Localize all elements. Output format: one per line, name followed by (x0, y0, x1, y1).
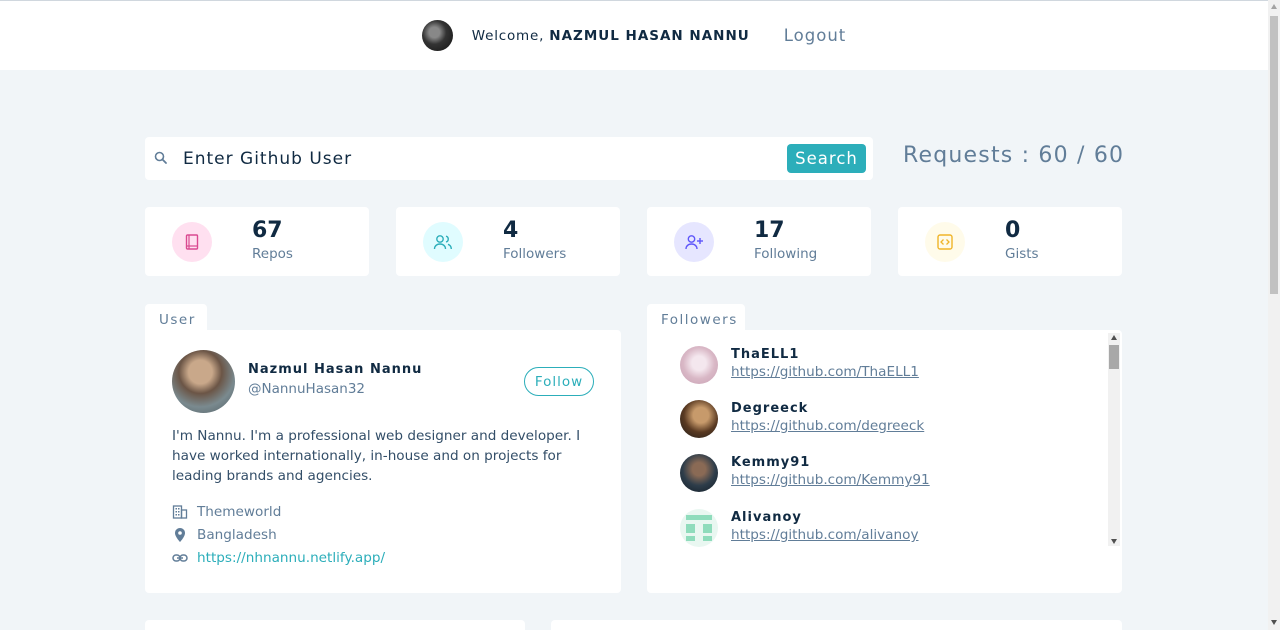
stat-value: 0 (1005, 218, 1021, 243)
user-card-tab: User (145, 304, 207, 331)
follower-name: Alivanoy (731, 510, 802, 525)
stat-label: Repos (252, 246, 293, 262)
user-bio: I'm Nannu. I'm a professional web design… (172, 428, 581, 484)
scroll-down-arrow-icon[interactable] (1111, 539, 1117, 544)
followers-scrollbar[interactable] (1108, 333, 1120, 546)
user-avatar (172, 350, 235, 413)
stat-card-following: 17 Following (647, 207, 871, 276)
scroll-up-arrow-icon[interactable] (1111, 335, 1117, 340)
welcome-username: NAZMUL HASAN NANNU (549, 27, 750, 44)
scroll-up-arrow-icon[interactable] (1271, 4, 1277, 9)
link-icon (172, 550, 188, 566)
languages-chart-card (551, 620, 1122, 630)
requests-counter: Requests : 60 / 60 (903, 143, 1125, 168)
scrollbar-thumb[interactable] (1270, 16, 1278, 294)
follower-avatar (680, 509, 718, 547)
stat-value: 4 (503, 218, 519, 243)
repos-chart-card (145, 620, 525, 630)
blog-link[interactable]: https://nhnannu.netlify.app/ (197, 550, 385, 566)
scrollbar-thumb[interactable] (1109, 345, 1119, 369)
stat-card-gists: 0 Gists (898, 207, 1122, 276)
followers-card-tab: Followers (647, 304, 745, 331)
follower-name: Kemmy91 (731, 455, 811, 470)
stat-label: Following (754, 246, 818, 262)
user-name: Nazmul Hasan Nannu (248, 362, 423, 377)
follower-link[interactable]: https://github.com/ThaELL1 (731, 364, 919, 380)
users-icon (423, 222, 463, 262)
scroll-down-arrow-icon[interactable] (1271, 620, 1277, 625)
search-input[interactable] (183, 145, 773, 173)
logout-button[interactable]: Logout (784, 26, 847, 45)
welcome-text: Welcome, NAZMUL HASAN NANNU (472, 28, 750, 44)
search-button[interactable]: Search (787, 144, 866, 173)
welcome-prefix: Welcome, (471, 27, 545, 44)
stat-label: Followers (503, 246, 567, 262)
user-card: Nazmul Hasan Nannu @NannuHasan32 Follow … (145, 330, 621, 593)
followers-card: ThaELL1 https://github.com/ThaELL1 Degre… (647, 330, 1122, 593)
location-pin-icon (172, 527, 188, 543)
follower-name: Degreeck (731, 401, 809, 416)
stat-value: 17 (754, 218, 785, 243)
follower-link[interactable]: https://github.com/degreeck (731, 418, 924, 434)
navbar-content: Welcome, NAZMUL HASAN NANNU Logout (421, 20, 847, 51)
stat-label: Gists (1005, 246, 1039, 262)
building-icon (172, 504, 188, 520)
user-location: Bangladesh (172, 527, 277, 543)
company-text: Themeworld (197, 504, 282, 520)
stat-card-followers: 4 Followers (396, 207, 620, 276)
page-scrollbar[interactable] (1268, 0, 1280, 630)
follower-name: ThaELL1 (731, 347, 800, 362)
user-handle: @NannuHasan32 (248, 381, 366, 397)
stat-value: 67 (252, 218, 283, 243)
search-form: Search (145, 137, 873, 180)
stat-card-repos: 67 Repos (145, 207, 369, 276)
follower-avatar (680, 346, 718, 384)
user-blog: https://nhnannu.netlify.app/ (172, 550, 385, 566)
user-plus-icon (674, 222, 714, 262)
follow-button[interactable]: Follow (524, 367, 594, 396)
follower-link[interactable]: https://github.com/alivanoy (731, 527, 919, 543)
code-icon (925, 222, 965, 262)
follower-avatar (680, 454, 718, 492)
follower-link[interactable]: https://github.com/Kemmy91 (731, 472, 930, 488)
follower-avatar (680, 400, 718, 438)
search-icon (153, 150, 169, 166)
location-text: Bangladesh (197, 527, 277, 543)
avatar (421, 20, 453, 51)
top-navbar: Welcome, NAZMUL HASAN NANNU Logout (0, 0, 1268, 70)
user-company: Themeworld (172, 504, 281, 520)
book-icon (172, 222, 212, 262)
